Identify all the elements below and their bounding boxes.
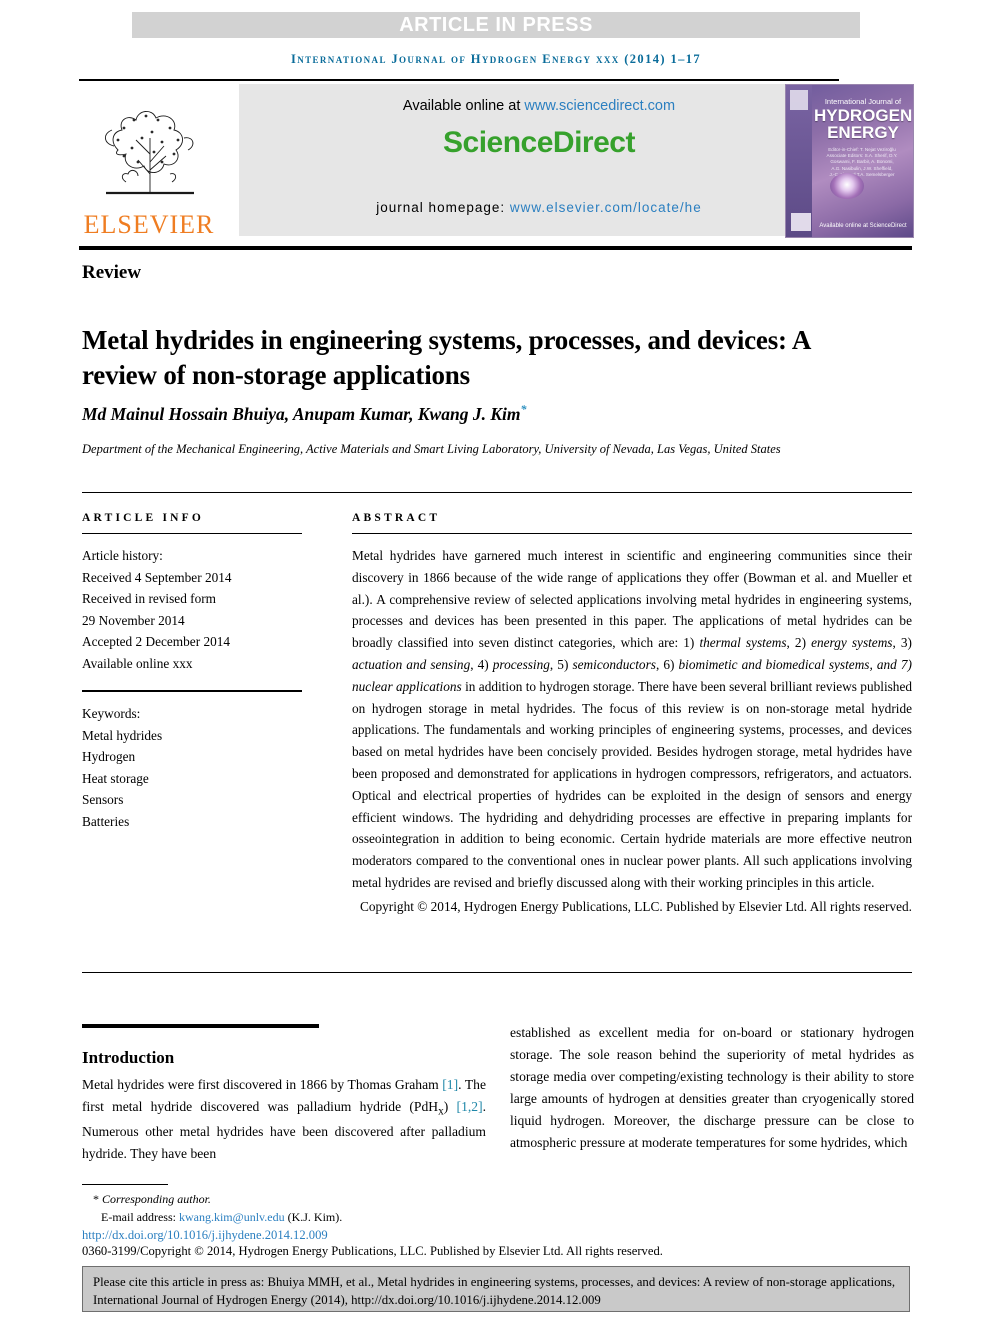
author-names: Md Mainul Hossain Bhuiya, Anupam Kumar, … [82,403,521,424]
abstract-copyright: Copyright © 2014, Hydrogen Energy Public… [359,898,912,914]
keyword-item: Hydrogen [82,749,136,765]
introduction-heading: Introduction [82,1048,175,1068]
article-history-item: Received 4 September 2014 [82,569,232,585]
intro-text-c: ) [443,1099,457,1115]
citation-notice-box: Please cite this article in press as: Bh… [82,1266,910,1312]
article-type-label: Review [82,262,142,283]
cover-journal-prefix: International Journal of [824,97,902,106]
keyword-item: Sensors [82,792,124,808]
abstract-sep-4: , 5) [549,656,573,672]
article-info-column: ARTICLE INFO Article history: Received 4… [82,512,302,832]
keyword-item: Heat storage [82,770,149,786]
article-history-item: Available online xxx [82,655,193,671]
abstract-rule [352,533,912,534]
abstract-part-2: in addition to hydrogen storage. There h… [352,678,913,890]
abstract-heading: ABSTRACT [352,512,441,524]
abstract-category-3: actuation and sensing [352,656,471,672]
cover-sciencedirect-note: Available online at ScienceDirect [819,223,907,229]
journal-homepage-line: journal homepage: www.elsevier.com/locat… [239,200,839,215]
citation-ref-1[interactable]: [1] [442,1077,458,1092]
abstract-sep-3: , 4) [470,656,493,672]
keywords-rule [82,690,302,693]
corresponding-author-note: * Corresponding author. [82,1190,912,1208]
body-section-rule [82,972,912,973]
elsevier-tree-icon [105,111,194,195]
info-section-top-rule [82,492,912,493]
available-online-prefix: Available online at [402,98,525,114]
corresponding-author-star: * [93,1192,99,1206]
corresponding-author-marker: * [520,402,527,416]
journal-running-head: International Journal of Hydrogen Energy… [290,52,702,66]
footnote-block: * Corresponding author. E-mail address: … [82,1190,912,1226]
abstract-sep-2: , 3) [892,635,913,651]
abstract-sep-1: , 2) [786,635,812,651]
abstract-sep-5: , 6) [655,656,679,672]
cover-publisher-emblem-icon [791,213,811,231]
article-history-item: Accepted 2 December 2014 [82,634,231,650]
citation-ref-2[interactable]: [1,2] [457,1099,483,1114]
elsevier-wordmark: ELSEVIER [83,210,215,239]
article-info-heading: ARTICLE INFO [82,512,205,524]
email-owner: (K.J. Kim). [284,1210,343,1225]
introduction-right-column: established as excellent media for on-bo… [510,1025,914,1151]
abstract-category-1: thermal systems [699,635,787,651]
introduction-rule [82,1024,319,1028]
author-affiliation: Department of the Mechanical Engineering… [82,442,781,456]
article-page: ARTICLE IN PRESS International Journal o… [0,0,992,1323]
sciencedirect-url-link[interactable]: www.sciencedirect.com [524,98,675,114]
masthead-top-rule [79,79,839,81]
abstract-category-4: processing [492,656,550,672]
page-title: Metal hydrides in engineering systems, p… [82,325,810,390]
keyword-item: Metal hydrides [82,727,163,743]
cover-ijhe-emblem-icon [790,90,808,110]
doi-link[interactable]: http://dx.doi.org/10.1016/j.ijhydene.201… [82,1228,328,1243]
keyword-item: Batteries [82,813,130,829]
intro-text-a: Metal hydrides were first discovered in … [82,1077,443,1092]
sciencedirect-logo: ScienceDirect [443,126,635,159]
article-in-press-label: ARTICLE IN PRESS [399,13,593,36]
issn-copyright-line: 0360-3199/Copyright © 2014, Hydrogen Ene… [82,1244,663,1258]
abstract-text: Metal hydrides have garnered much intere… [352,545,912,894]
masthead: ELSEVIER Available online at www.science… [79,84,914,238]
cover-orb-graphic [830,173,864,199]
article-history-item: Received in revised form [82,591,217,607]
author-list: Md Mainul Hossain Bhuiya, Anupam Kumar, … [82,402,862,425]
journal-homepage-link[interactable]: www.elsevier.com/locate/he [510,200,702,215]
keywords-label: Keywords: [82,706,141,722]
sciencedirect-banner: Available online at www.sciencedirect.co… [239,84,839,236]
elsevier-logo: ELSEVIER [79,84,219,238]
abstract-column: ABSTRACT Metal hydrides have garnered mu… [352,512,912,918]
email-link[interactable]: kwang.kim@unlv.edu [179,1210,285,1224]
abstract-category-2: energy systems [811,635,893,651]
introduction-left-column: Metal hydrides were first discovered in … [82,1074,486,1165]
cover-editors: Editor-in-Chief: T. Nejat Veziroğlu Asso… [826,147,898,177]
article-history-label: Article history: [82,548,163,563]
journal-cover-thumbnail: International Journal of HYDROGEN ENERGY… [785,84,914,238]
article-history-item: 29 November 2014 [82,612,185,628]
abstract-category-5: semiconductors [572,656,656,672]
article-info-rule [82,533,302,534]
email-label: E-mail address: [101,1210,179,1225]
article-in-press-banner: ARTICLE IN PRESS [132,12,860,38]
email-note: E-mail address: kwang.kim@unlv.edu (K.J.… [82,1208,912,1226]
footnote-rule [82,1184,168,1185]
masthead-bottom-rule [79,246,912,250]
corresponding-author-text: Corresponding author. [102,1192,211,1206]
journal-homepage-prefix: journal homepage: [376,200,510,215]
cover-journal-title: HYDROGEN ENERGY [814,106,913,143]
available-online-line: Available online at www.sciencedirect.co… [239,84,839,114]
